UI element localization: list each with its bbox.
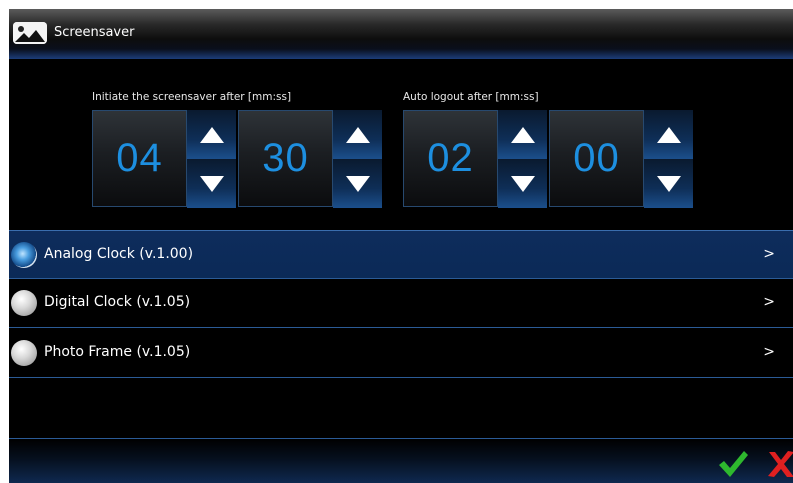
screensaver-option-analog-clock[interactable]: Analog Clock (v.1.00) > [9, 230, 793, 279]
arrow-down-icon [656, 175, 681, 192]
screensaver-option-label: Digital Clock (v.1.05) [44, 294, 191, 310]
arrow-up-icon [656, 126, 681, 143]
x-icon [768, 451, 793, 477]
chevron-right-icon[interactable]: > [763, 344, 775, 360]
auto-logout-minutes-up-button[interactable] [498, 110, 547, 159]
screensaver-option-photo-frame[interactable]: Photo Frame (v.1.05) > [9, 329, 793, 378]
screensaver-option-label: Analog Clock (v.1.00) [44, 246, 194, 262]
screensaver-delay-label: Initiate the screensaver after [mm:ss] [92, 91, 292, 103]
ok-button[interactable] [717, 449, 749, 479]
screensaver-minutes-value[interactable]: 04 [92, 110, 187, 207]
screensaver-option-label: Photo Frame (v.1.05) [44, 344, 191, 360]
screensaver-seconds-down-button[interactable] [333, 159, 382, 208]
cancel-button[interactable] [766, 449, 793, 479]
auto-logout-minutes-down-button[interactable] [498, 159, 547, 208]
checkmark-icon [719, 451, 748, 477]
screensaver-seconds-value[interactable]: 30 [238, 110, 333, 207]
arrow-up-icon [199, 126, 224, 143]
auto-logout-seconds-up-button[interactable] [644, 110, 693, 159]
screensaver-seconds-up-button[interactable] [333, 110, 382, 159]
arrow-down-icon [199, 175, 224, 192]
auto-logout-minutes-value[interactable]: 02 [403, 110, 498, 207]
auto-logout-seconds-down-button[interactable] [644, 159, 693, 208]
auto-logout-seconds-value[interactable]: 00 [549, 110, 644, 207]
screensaver-option-digital-clock[interactable]: Digital Clock (v.1.05) > [9, 279, 793, 328]
arrow-down-icon [345, 175, 370, 192]
title-bar: Screensaver [9, 9, 793, 59]
action-bar [9, 438, 793, 483]
screensaver-minutes-up-button[interactable] [187, 110, 236, 159]
screensaver-minutes-down-button[interactable] [187, 159, 236, 208]
picture-icon [13, 22, 47, 44]
arrow-up-icon [345, 126, 370, 143]
arrow-up-icon [510, 126, 535, 143]
radio-selected-icon[interactable] [11, 242, 37, 268]
arrow-down-icon [510, 175, 535, 192]
chevron-right-icon[interactable]: > [763, 294, 775, 310]
radio-unselected-icon[interactable] [11, 290, 37, 316]
window-title: Screensaver [54, 25, 135, 40]
chevron-right-icon[interactable]: > [763, 246, 775, 262]
auto-logout-label: Auto logout after [mm:ss] [403, 91, 539, 103]
radio-unselected-icon[interactable] [11, 340, 37, 366]
screensaver-screen: Screensaver Initiate the screensaver aft… [9, 9, 793, 483]
